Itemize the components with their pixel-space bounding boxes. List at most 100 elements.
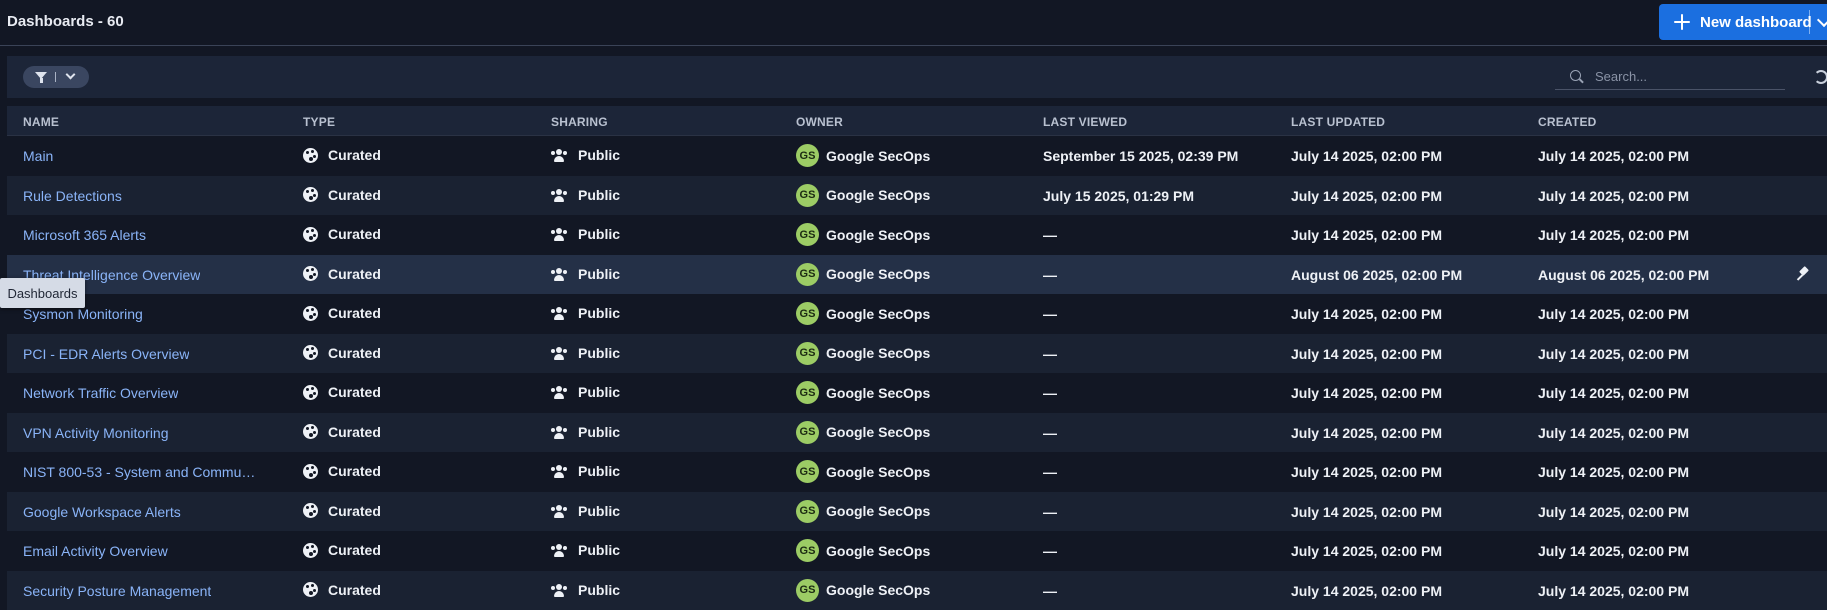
pin-icon[interactable] (1797, 267, 1811, 281)
last-viewed: — (1043, 227, 1057, 243)
type-label: Curated (328, 582, 381, 598)
type-label: Curated (328, 226, 381, 242)
type-cell: Curated (303, 187, 381, 203)
filter-divider (55, 72, 56, 82)
search-input[interactable] (1595, 66, 1775, 86)
dashboard-name-link[interactable]: Google Workspace Alerts (23, 504, 181, 520)
type-cell: Curated (303, 384, 381, 400)
created: July 14 2025, 02:00 PM (1538, 543, 1689, 559)
dashboard-name-link[interactable]: Microsoft 365 Alerts (23, 227, 146, 243)
sharing-cell: Public (551, 345, 620, 361)
owner-name: Google SecOps (826, 543, 930, 559)
table-row[interactable]: Microsoft 365 Alerts Curated Public GS Googl… (7, 215, 1827, 255)
created: July 14 2025, 02:00 PM (1538, 227, 1689, 243)
sharing-label: Public (578, 147, 620, 163)
last-updated: July 14 2025, 02:00 PM (1291, 385, 1442, 401)
last-updated: July 14 2025, 02:00 PM (1291, 148, 1442, 164)
dashboard-name-link[interactable]: Sysmon Monitoring (23, 306, 143, 322)
table-row[interactable]: Sysmon MonitoringCuratedPublicGSGoogle S… (7, 294, 1827, 334)
new-dashboard-label: New dashboard (1700, 14, 1812, 31)
last-viewed: September 15 2025, 02:39 PM (1043, 148, 1238, 164)
chevron-down-icon (66, 70, 76, 80)
palette-icon (303, 345, 318, 360)
column-header-type[interactable]: TYPE (303, 115, 335, 129)
type-cell: Curated (303, 424, 381, 440)
sharing-label: Public (578, 226, 620, 242)
sharing-label: Public (578, 345, 620, 361)
table-row[interactable]: Network Traffic OverviewCuratedPublicGSG… (7, 373, 1827, 413)
new-dashboard-button[interactable]: New dashboard (1659, 4, 1827, 40)
search-icon (1570, 70, 1581, 81)
owner-cell: GSGoogle SecOps (796, 302, 930, 325)
sharing-cell: Public (551, 305, 620, 321)
group-icon (551, 148, 567, 162)
last-viewed: — (1043, 385, 1057, 401)
dashboard-name-link[interactable]: Email Activity Overview (23, 543, 168, 559)
sharing-label: Public (578, 503, 620, 519)
table-row[interactable]: MainCuratedPublicGSGoogle SecOpsSeptembe… (7, 136, 1827, 176)
table-row[interactable]: Threat Intelligence OverviewCuratedPubli… (7, 255, 1827, 295)
dashboard-name-link[interactable]: Rule Detections (23, 188, 122, 204)
owner-name: Google SecOps (826, 148, 930, 164)
owner-name: Google SecOps (826, 227, 930, 243)
table-row[interactable]: Google Workspace AlertsCuratedPublicGSGo… (7, 492, 1827, 532)
avatar: GS (796, 223, 819, 246)
table-row[interactable]: PCI - EDR Alerts Overview Curated Public GS… (7, 334, 1827, 374)
column-header-last-updated[interactable]: LAST UPDATED (1291, 115, 1385, 129)
sharing-cell: Public (551, 226, 620, 242)
owner-name: Google SecOps (826, 266, 930, 282)
type-cell: Curated (303, 266, 381, 282)
sharing-cell: Public (551, 424, 620, 440)
group-icon (551, 227, 567, 241)
group-icon (551, 188, 567, 202)
sharing-cell: Public (551, 147, 620, 163)
last-viewed: — (1043, 306, 1057, 322)
avatar: GS (796, 302, 819, 325)
type-label: Curated (328, 266, 381, 282)
palette-icon (303, 385, 318, 400)
type-cell: Curated (303, 345, 381, 361)
sharing-label: Public (578, 266, 620, 282)
table-row[interactable]: Rule DetectionsCuratedPublicGSGoogle Sec… (7, 176, 1827, 216)
group-icon (551, 583, 567, 597)
column-header-last-viewed[interactable]: LAST VIEWED (1043, 115, 1127, 129)
refresh-icon[interactable] (1814, 70, 1827, 84)
sharing-label: Public (578, 582, 620, 598)
owner-cell: GSGoogle SecOps (796, 263, 930, 286)
owner-cell: GSGoogle SecOps (796, 342, 930, 365)
column-header-name[interactable]: NAME (23, 115, 59, 129)
table-row[interactable]: VPN Activity MonitoringCuratedPublicGSGo… (7, 413, 1827, 453)
created: July 14 2025, 02:00 PM (1538, 385, 1689, 401)
dashboard-name-link[interactable]: VPN Activity Monitoring (23, 425, 169, 441)
last-viewed: — (1043, 346, 1057, 362)
plus-icon (1672, 12, 1692, 32)
table-row[interactable]: NIST 800-53 - System and Communicatio…Cu… (7, 452, 1827, 492)
dashboard-name-link[interactable]: Network Traffic Overview (23, 385, 178, 401)
sharing-label: Public (578, 305, 620, 321)
dashboard-name-link[interactable]: PCI - EDR Alerts Overview (23, 346, 189, 362)
table-row[interactable]: Security Posture Management Curated Public… (7, 571, 1827, 610)
avatar: GS (796, 500, 819, 523)
column-header-created[interactable]: CREATED (1538, 115, 1597, 129)
owner-name: Google SecOps (826, 424, 930, 440)
owner-name: Google SecOps (826, 582, 930, 598)
type-label: Curated (328, 147, 381, 163)
filter-button[interactable] (23, 66, 89, 88)
column-header-owner[interactable]: OWNER (796, 115, 843, 129)
last-updated: July 14 2025, 02:00 PM (1291, 425, 1442, 441)
type-cell: Curated (303, 542, 381, 558)
chevron-down-icon[interactable] (1817, 13, 1827, 27)
table-header: NAME TYPE SHARING OWNER LAST VIEWED LAST… (7, 106, 1827, 136)
group-icon (551, 464, 567, 478)
tooltip: Dashboards (0, 278, 85, 308)
column-header-sharing[interactable]: SHARING (551, 115, 608, 129)
created: July 14 2025, 02:00 PM (1538, 188, 1689, 204)
dashboard-name-link[interactable]: Security Posture Management (23, 583, 211, 599)
dashboard-name-link[interactable]: NIST 800-53 - System and Communicatio… (23, 464, 263, 480)
owner-cell: GSGoogle SecOps (796, 579, 930, 602)
avatar: GS (796, 342, 819, 365)
dashboard-name-link[interactable]: Main (23, 148, 53, 164)
sharing-cell: Public (551, 266, 620, 282)
table-row[interactable]: Email Activity OverviewCuratedPublicGSGo… (7, 531, 1827, 571)
table-body: MainCuratedPublicGSGoogle SecOpsSeptembe… (7, 136, 1827, 610)
